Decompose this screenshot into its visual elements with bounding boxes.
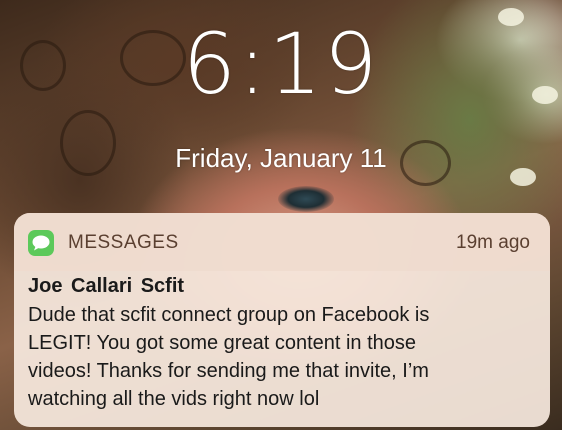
notification-sender: Joe Callari Scfit	[28, 275, 185, 297]
wallpaper-eye	[278, 186, 334, 212]
notification-app-name: MESSAGES	[68, 232, 179, 253]
lockscreen-clock: 6:19	[182, 15, 380, 113]
notification-message-body: Dude that scfit connect group on Faceboo…	[28, 304, 430, 410]
notification-timestamp: 19m ago	[456, 232, 530, 253]
lockscreen-date: Friday, January 11	[175, 143, 387, 173]
message-notification[interactable]: MESSAGES 19m ago Joe Callari Scfit Dude …	[14, 213, 550, 427]
messages-bubble-icon	[28, 230, 54, 256]
